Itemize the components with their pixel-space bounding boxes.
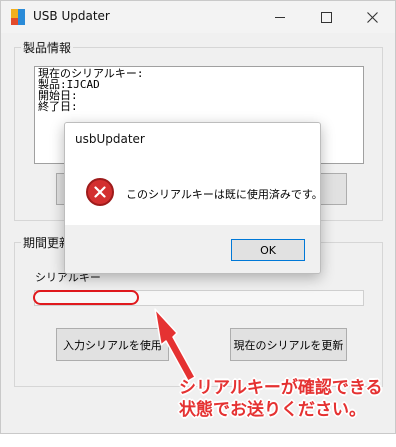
dialog-footer: OK [65,225,320,273]
annotation-line-1: シリアルキーが確認できる [179,378,383,398]
annotation-text: シリアルキーが確認できる 状態でお送りください。 [179,377,383,421]
dialog-title-bar[interactable]: usbUpdater [65,123,320,155]
error-dialog: usbUpdater このシリアルキーは既に使用済みです。 OK [64,122,321,274]
ok-button[interactable]: OK [231,239,305,261]
dialog-message: このシリアルキーは既に使用済みです。 [126,188,321,201]
annotation-line-2: 状態でお送りください。 [179,400,366,420]
error-icon [86,178,114,206]
dialog-body: このシリアルキーは既に使用済みです。 [65,155,320,225]
dialog-title: usbUpdater [75,132,145,146]
app-window: USB Updater 製品情報 現在のシリアルキー: 製品:IJCAD 開始日… [0,0,396,434]
